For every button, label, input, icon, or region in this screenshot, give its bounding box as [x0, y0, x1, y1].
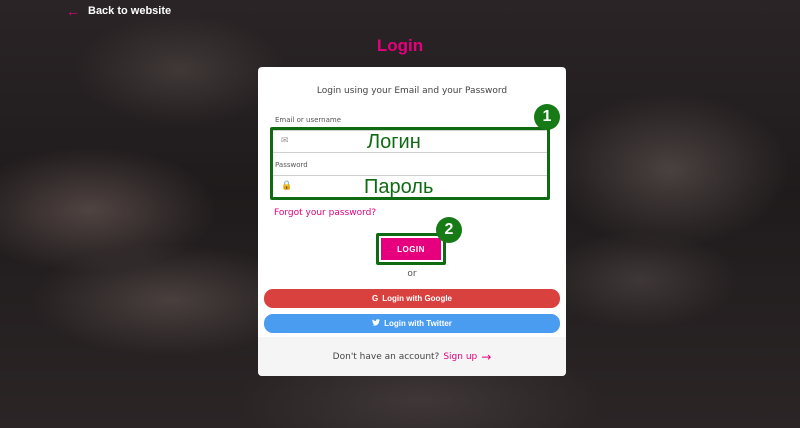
login-button[interactable]: LOGIN	[381, 238, 441, 260]
twitter-icon	[372, 319, 381, 328]
email-label: Email or username	[275, 116, 342, 124]
page-title: Login	[376, 36, 424, 55]
back-link-label: Back to website	[88, 5, 172, 17]
step-1-badge: 1	[534, 104, 560, 130]
google-icon: G	[372, 294, 379, 303]
no-account-text: Don't have an account?	[332, 351, 440, 362]
signup-label: Sign up	[443, 351, 478, 362]
login-hint-text: Логин	[367, 131, 421, 153]
google-button-label: Login with Google	[382, 294, 452, 303]
signup-link[interactable]: Sign up →	[443, 350, 491, 364]
step-2-badge: 2	[436, 217, 462, 243]
twitter-button-label: Login with Twitter	[384, 319, 452, 328]
google-login-button[interactable]: G Login with Google	[264, 289, 560, 308]
arrow-left-icon: ←	[66, 3, 80, 19]
forgot-password-link[interactable]: Forgot your password?	[274, 208, 376, 218]
login-card: Login using your Email and your Password…	[258, 67, 566, 376]
card-footer: Don't have an account? Sign up →	[258, 337, 566, 376]
login-button-highlight: LOGIN	[376, 233, 446, 265]
arrow-right-icon: →	[481, 349, 492, 364]
password-hint-text: Пароль	[364, 176, 434, 198]
back-to-website-link[interactable]: ← Back to website	[66, 4, 171, 18]
twitter-login-button[interactable]: Login with Twitter	[264, 314, 560, 333]
card-subtitle: Login using your Email and your Password	[316, 86, 508, 96]
or-divider: or	[407, 269, 417, 279]
